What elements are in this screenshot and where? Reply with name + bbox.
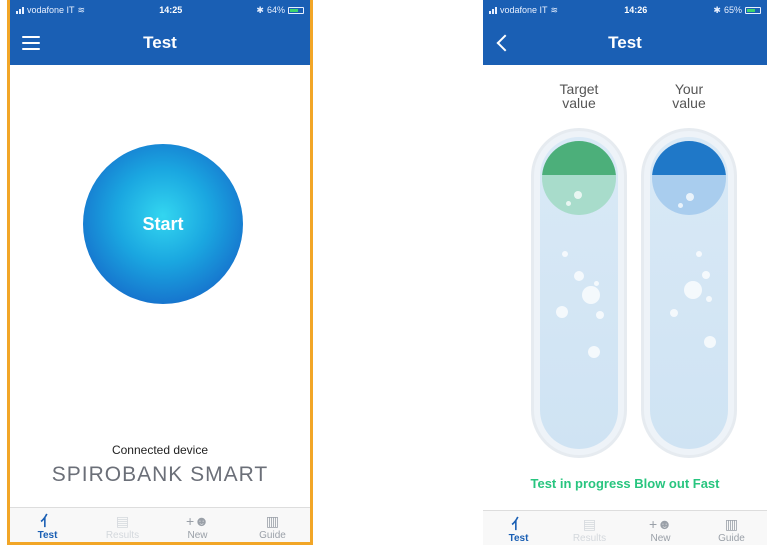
tab-bar: ⺅ Test ▤ Results +☻ New ▥ Guide: [10, 507, 310, 542]
your-indicator: [652, 141, 726, 215]
add-user-icon: +☻: [186, 513, 209, 529]
your-value-header: Your value: [672, 81, 706, 111]
status-time: 14:26: [624, 5, 648, 15]
document-icon: ▥: [724, 516, 739, 532]
signal-icon: [489, 6, 497, 14]
signal-icon: [16, 6, 24, 14]
list-icon: ▤: [582, 516, 597, 532]
lungs-icon: ⺅: [40, 513, 55, 529]
status-bar: vodafone IT ≋ 14:25 ✱ 64%: [10, 0, 310, 20]
battery-icon: [744, 6, 761, 14]
add-user-icon: +☻: [649, 516, 672, 532]
tab-guide[interactable]: ▥ Guide: [235, 508, 310, 542]
back-chevron-icon: [496, 34, 514, 51]
page-title: Test: [143, 32, 177, 52]
tab-results[interactable]: ▤ Results: [85, 508, 160, 542]
battery-icon: [287, 6, 304, 14]
bluetooth-icon: ✱: [256, 4, 264, 15]
battery-percent: 65%: [723, 5, 742, 15]
lungs-icon: ⺅: [511, 516, 526, 532]
your-tube: [641, 128, 737, 458]
bluetooth-icon: ✱: [713, 4, 721, 15]
nav-bar: Test: [483, 20, 767, 65]
status-bar: vodafone IT ≋ 14:26 ✱ 65%: [483, 0, 767, 20]
menu-button[interactable]: [22, 20, 40, 65]
status-time: 14:25: [159, 5, 183, 15]
battery-percent: 64%: [266, 5, 285, 15]
hamburger-icon: [22, 35, 40, 50]
tab-new[interactable]: +☻ New: [160, 508, 235, 542]
target-tube: [531, 128, 627, 458]
wifi-icon: ≋: [77, 4, 86, 15]
test-status-text: Test in progress Blow out Fast: [530, 476, 720, 491]
start-button[interactable]: Start: [83, 144, 243, 304]
back-button[interactable]: [495, 20, 514, 65]
connected-device-label: Connected device: [111, 443, 209, 457]
target-indicator: [542, 141, 616, 215]
device-name: SPIROBANK SMART: [51, 463, 269, 486]
tab-test[interactable]: ⺅ Test: [10, 508, 85, 542]
tab-new[interactable]: +☻ New: [625, 511, 696, 545]
list-icon: ▤: [115, 513, 130, 529]
nav-bar: Test: [10, 20, 310, 65]
carrier-label: vodafone IT: [27, 5, 75, 15]
tab-guide[interactable]: ▥ Guide: [696, 511, 767, 545]
page-title: Test: [608, 32, 642, 52]
tab-bar: ⺅ Test ▤ Results +☻ New ▥ Guide: [483, 510, 767, 545]
tab-results[interactable]: ▤ Results: [554, 511, 625, 545]
start-label: Start: [142, 213, 184, 234]
document-icon: ▥: [265, 513, 280, 529]
wifi-icon: ≋: [550, 4, 559, 15]
carrier-label: vodafone IT: [500, 5, 548, 15]
tab-test[interactable]: ⺅ Test: [483, 511, 554, 545]
target-value-header: Target value: [559, 81, 599, 111]
phone-screen-start: vodafone IT ≋ 14:25 ✱ 64% Test Start Con…: [7, 0, 313, 545]
phone-screen-test: vodafone IT ≋ 14:26 ✱ 65% Test Target va…: [483, 0, 767, 545]
